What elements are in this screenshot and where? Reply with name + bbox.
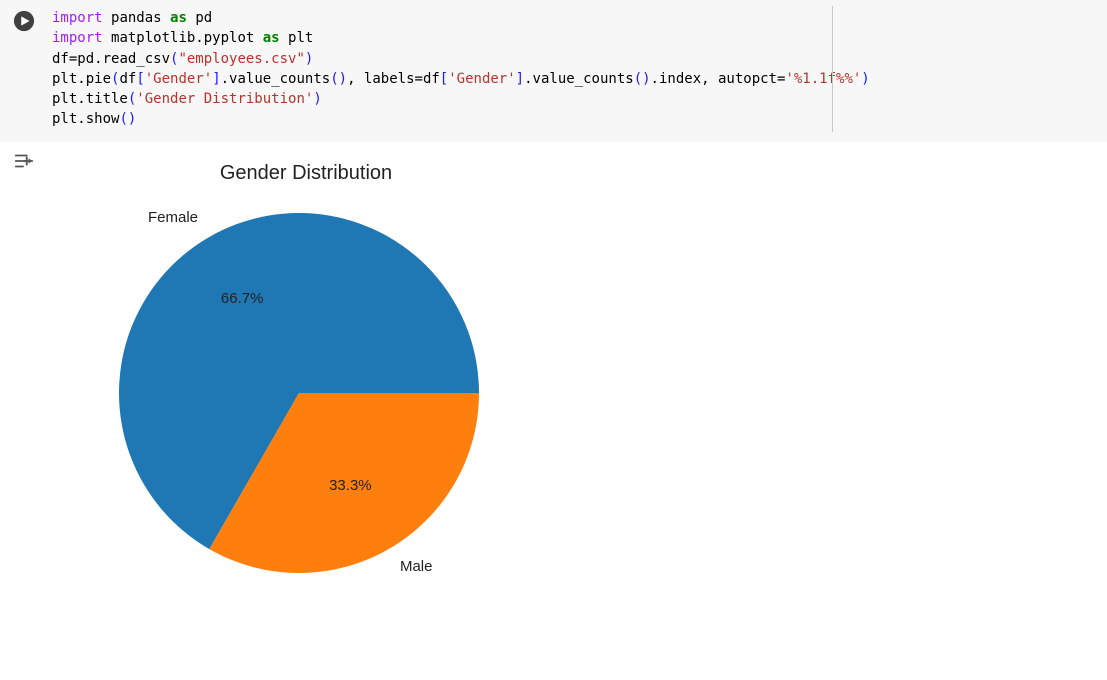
chart-title: Gender Distribution: [56, 162, 556, 185]
output-area: Gender Distribution 66.7% Female 33.3% Male: [0, 142, 1107, 628]
pie-pct-label: 66.7%: [221, 290, 264, 307]
pie-svg: [114, 208, 484, 578]
pie-pct-label: 33.3%: [329, 477, 372, 494]
output-gutter: [0, 148, 48, 172]
run-cell-button[interactable]: [13, 10, 35, 32]
variable-inspector-icon[interactable]: [13, 150, 35, 172]
editor-vertical-rule: [832, 6, 833, 132]
notebook-cell: import pandas as pd import matplotlib.py…: [0, 0, 1107, 628]
pie-chart: Gender Distribution 66.7% Female 33.3% Male: [56, 148, 556, 628]
code-input-area: import pandas as pd import matplotlib.py…: [0, 0, 1107, 142]
pie-category-label: Female: [143, 209, 198, 226]
pie-category-label: Male: [400, 558, 433, 575]
play-circle-icon: [13, 10, 35, 32]
cell-gutter: [0, 6, 48, 32]
code-editor[interactable]: import pandas as pd import matplotlib.py…: [48, 6, 1107, 132]
